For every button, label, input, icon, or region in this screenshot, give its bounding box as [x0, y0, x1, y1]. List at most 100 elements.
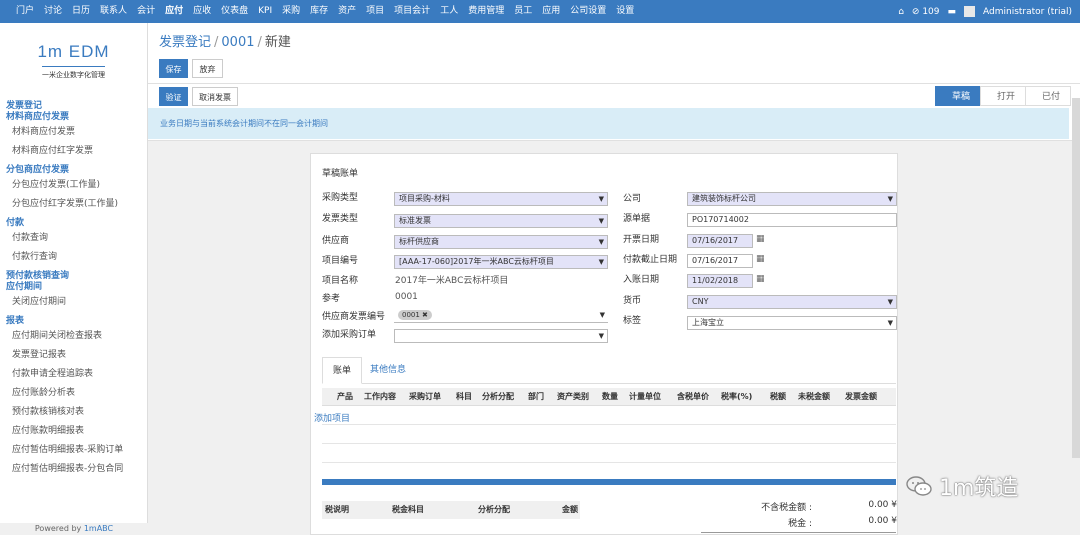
line-column-header[interactable]: 资产类别	[557, 388, 589, 406]
sidebar-item[interactable]: 分包应付红字发票(工作量)	[0, 195, 147, 214]
chat-icon[interactable]: ▬	[948, 7, 957, 17]
line-column-header[interactable]: 采购订单	[409, 388, 441, 406]
topnav-item[interactable]: 采购	[277, 0, 305, 23]
invoice-type-label: 发票类型	[322, 214, 359, 224]
tax-column-header[interactable]: 税说明	[325, 501, 349, 519]
project-code-select[interactable]: [AAA-17-060]2017年一米ABC云标杆项目 ▼	[394, 255, 608, 269]
line-column-header[interactable]: 未税金额	[798, 388, 830, 406]
validate-button[interactable]: 验证	[159, 87, 188, 106]
sidebar-section[interactable]: 材料商应付发票	[0, 112, 147, 123]
topnav-item[interactable]: 员工	[509, 0, 537, 23]
calendar-icon[interactable]: ▦	[756, 234, 765, 244]
cancel-invoice-button[interactable]: 取消发票	[192, 87, 238, 106]
sidebar-item[interactable]: 付款行查询	[0, 248, 147, 267]
sidebar-item[interactable]: 应付暂估明细报表-采购订单	[0, 441, 147, 460]
topnav-item[interactable]: 工人	[435, 0, 463, 23]
calendar-icon[interactable]: ▦	[756, 274, 765, 284]
sidebar-section[interactable]: 分包商应付发票	[0, 165, 147, 176]
sidebar-item[interactable]: 关闭应付期间	[0, 293, 147, 312]
topnav-item[interactable]: 设置	[611, 0, 639, 23]
home-icon[interactable]: ⌂	[898, 7, 904, 17]
topnav-item[interactable]: 日历	[67, 0, 95, 23]
scrollbar[interactable]	[1072, 98, 1080, 458]
sidebar-item[interactable]: 分包应付发票(工作量)	[0, 176, 147, 195]
line-column-header[interactable]: 分析分配	[482, 388, 514, 406]
save-button[interactable]: 保存	[159, 59, 188, 78]
tax-column-header[interactable]: 分析分配	[478, 501, 510, 519]
tag-select[interactable]: 上海宝立 ▼	[687, 316, 897, 330]
line-column-header[interactable]: 计量单位	[629, 388, 661, 406]
company-select[interactable]: 建筑装饰标杆公司 ▼	[687, 192, 897, 206]
tab-other-info[interactable]: 其他信息	[360, 357, 416, 384]
discard-button[interactable]: 放弃	[192, 59, 223, 78]
add-po-select[interactable]: ▼	[394, 329, 608, 343]
due-date-input[interactable]: 07/16/2017	[687, 254, 753, 268]
sidebar-item[interactable]: 预付款核销核对表	[0, 403, 147, 422]
topnav-item[interactable]: 库存	[305, 0, 333, 23]
sidebar-item[interactable]: 应付暂估明细报表-分包合同	[0, 460, 147, 479]
sidebar-item[interactable]: 材料商应付发票	[0, 123, 147, 142]
breadcrumb-record[interactable]: 0001	[221, 35, 254, 50]
company-label: 公司	[623, 194, 642, 204]
sidebar-item[interactable]: 应付期间关闭检查报表	[0, 327, 147, 346]
sidebar-section[interactable]: 付款	[0, 218, 147, 229]
breadcrumb-invoices[interactable]: 发票登记	[159, 35, 211, 50]
tab-bill[interactable]: 账单	[322, 357, 363, 384]
line-column-header[interactable]: 数量	[602, 388, 618, 406]
vendor-select[interactable]: 标杆供应商 ▼	[394, 235, 608, 249]
sidebar-item[interactable]: 材料商应付红字发票	[0, 142, 147, 161]
avatar[interactable]	[964, 6, 976, 17]
line-column-header[interactable]: 含税单价	[677, 388, 709, 406]
sidebar-section[interactable]: 应付期间	[0, 282, 147, 293]
topnav-item[interactable]: KPI	[253, 0, 277, 23]
user-menu[interactable]: Administrator (trial)	[983, 7, 1072, 17]
sidebar-section[interactable]: 发票登记	[0, 101, 147, 112]
reference-label: 参考	[322, 294, 341, 304]
sidebar-item[interactable]: 发票登记报表	[0, 346, 147, 365]
topnav-item[interactable]: 项目会计	[389, 0, 435, 23]
invoice-type-select[interactable]: 标准发票 ▼	[394, 214, 608, 228]
currency-select[interactable]: CNY ▼	[687, 295, 897, 309]
tax-column-header[interactable]: 税金科目	[392, 501, 424, 519]
untaxed-amount-label: 不含税金额 :	[761, 503, 812, 513]
sidebar-section[interactable]: 报表	[0, 316, 147, 327]
topnav-item[interactable]: 应用	[537, 0, 565, 23]
discussion-count[interactable]: ⊘ 109	[912, 7, 940, 17]
topnav-item[interactable]: 仪表盘	[216, 0, 253, 23]
top-menu: 门户 讨论 日历 联系人 会计 应付 应收 仪表盘 KPI 采购 库存 资产 项目 项目会计 工人 费用管理员…	[0, 0, 639, 23]
line-column-header[interactable]: 产品	[337, 388, 353, 406]
topnav-item[interactable]: 应付	[160, 0, 188, 23]
line-column-header[interactable]: 科目	[456, 388, 472, 406]
source-document-input[interactable]: PO170714002	[687, 213, 897, 227]
line-column-header[interactable]: 税率(%)	[721, 388, 752, 406]
topnav-item[interactable]: 讨论	[39, 0, 67, 23]
line-column-header[interactable]: 税额	[770, 388, 786, 406]
topnav-item[interactable]: 应收	[188, 0, 216, 23]
topnav-item[interactable]: 会计	[132, 0, 160, 23]
tax-column-header[interactable]: 金额	[562, 501, 578, 519]
calendar-icon[interactable]: ▦	[756, 254, 765, 264]
topnav-item[interactable]: 公司设置	[565, 0, 611, 23]
invoice-number-tag[interactable]: 0001 ✖	[398, 310, 432, 320]
topnav-item[interactable]: 项目	[361, 0, 389, 23]
sidebar-item[interactable]: 应付账款明细报表	[0, 422, 147, 441]
currency-label: 货币	[623, 296, 642, 306]
vendor-invoice-field[interactable]: 0001 ✖ ▼	[394, 309, 608, 323]
sidebar-item[interactable]: 付款申请全程追踪表	[0, 365, 147, 384]
purchase-type-select[interactable]: 项目采购-材料 ▼	[394, 192, 608, 206]
wechat-icon	[906, 476, 932, 496]
line-column-header[interactable]: 发票金额	[845, 388, 877, 406]
sidebar-item[interactable]: 付款查询	[0, 229, 147, 248]
sidebar-section[interactable]: 预付款核销查询	[0, 271, 147, 282]
sidebar-item[interactable]: 应付账龄分析表	[0, 384, 147, 403]
line-column-header[interactable]: 工作内容	[364, 388, 396, 406]
invoice-date-input[interactable]: 07/16/2017	[687, 234, 753, 248]
topnav-item[interactable]: 费用管理	[463, 0, 509, 23]
topnav-item[interactable]: 资产	[333, 0, 361, 23]
line-column-header[interactable]: 部门	[528, 388, 544, 406]
account-date-input[interactable]: 11/02/2018	[687, 274, 753, 288]
topnav-item[interactable]: 联系人	[95, 0, 132, 23]
topnav-item[interactable]: 门户	[11, 0, 39, 23]
powered-by: Powered by 1mABC	[0, 523, 148, 535]
add-line-link[interactable]: 添加项目	[314, 411, 350, 424]
